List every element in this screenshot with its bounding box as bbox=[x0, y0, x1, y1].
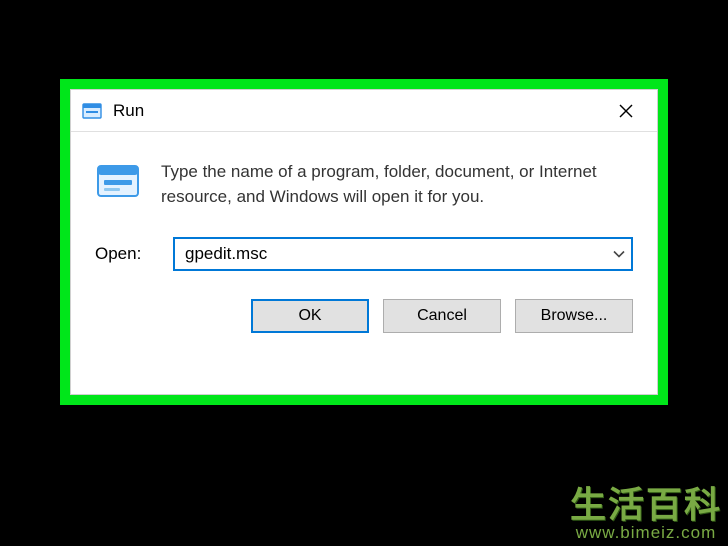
ok-button[interactable]: OK bbox=[251, 299, 369, 333]
open-combobox[interactable] bbox=[173, 237, 633, 271]
dialog-button-row: OK Cancel Browse... bbox=[95, 299, 633, 353]
close-icon bbox=[619, 104, 633, 118]
cancel-button[interactable]: Cancel bbox=[383, 299, 501, 333]
run-big-icon bbox=[95, 158, 141, 204]
watermark-url: www.bimeiz.com bbox=[570, 524, 722, 542]
open-label: Open: bbox=[95, 244, 155, 264]
open-row: Open: bbox=[95, 237, 633, 271]
run-dialog-icon bbox=[81, 100, 103, 122]
dialog-body: Type the name of a program, folder, docu… bbox=[71, 132, 657, 394]
screenshot-highlight-frame: Run Type the name of a progra bbox=[60, 79, 668, 405]
browse-button[interactable]: Browse... bbox=[515, 299, 633, 333]
open-input[interactable] bbox=[173, 237, 633, 271]
titlebar: Run bbox=[71, 90, 657, 132]
watermark-title: 生活百科 bbox=[570, 486, 722, 524]
run-dialog: Run Type the name of a progra bbox=[70, 89, 658, 395]
dialog-title: Run bbox=[113, 101, 601, 121]
close-button[interactable] bbox=[601, 90, 651, 132]
watermark: 生活百科 www.bimeiz.com bbox=[570, 486, 722, 542]
dialog-info-row: Type the name of a program, folder, docu… bbox=[95, 158, 633, 209]
dialog-description: Type the name of a program, folder, docu… bbox=[161, 158, 633, 209]
